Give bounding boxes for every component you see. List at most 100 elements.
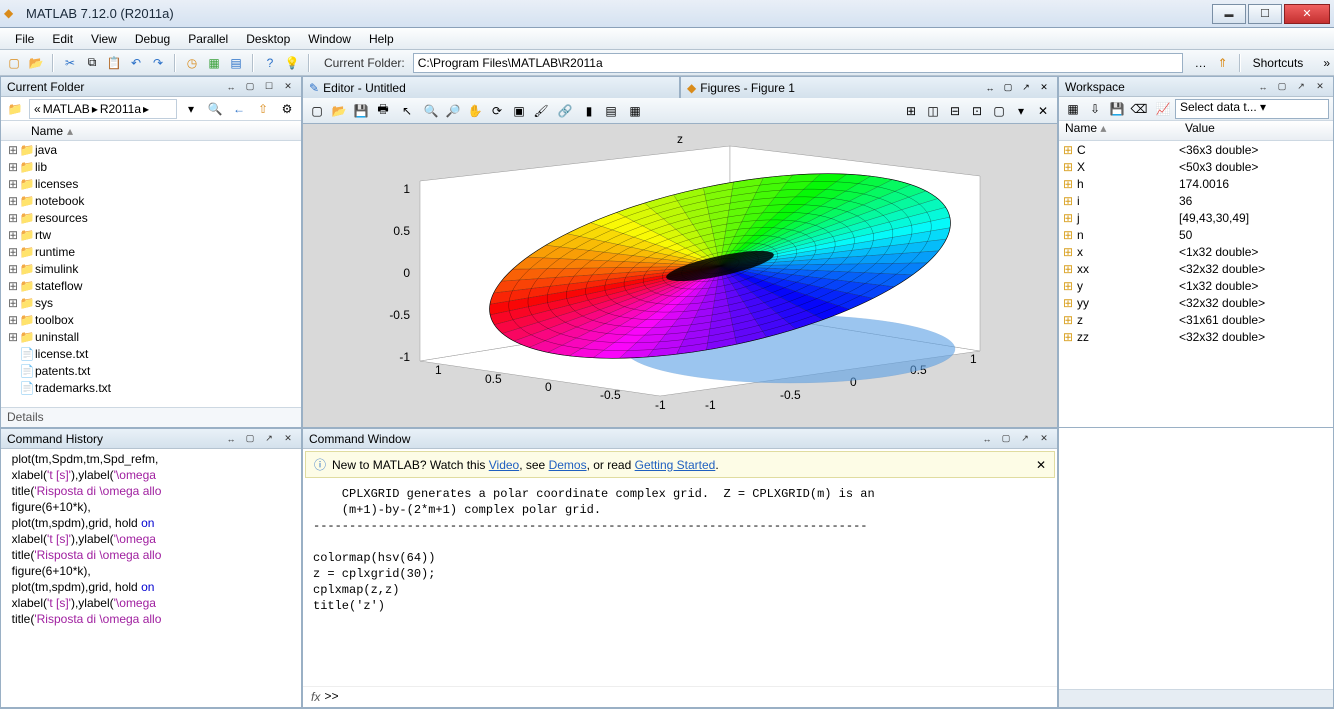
tab-editor[interactable]: ✎ Editor - Untitled [302,76,680,98]
menu-edit[interactable]: Edit [43,30,82,48]
max-panel-icon[interactable]: ↗ [1294,80,1308,94]
datacursor-icon[interactable]: ▣ [509,101,529,121]
list-item[interactable]: 📄patents.txt [1,362,301,379]
table-row[interactable]: ⊞zz<32x32 double> [1059,328,1333,345]
min-panel-icon[interactable]: ▢ [999,432,1013,446]
pan-icon[interactable]: ✋ [465,101,485,121]
breadcrumb[interactable]: « MATLAB ▸ R2011a ▸ [29,99,177,119]
list-item[interactable]: ⊞📁uninstall [1,328,301,345]
help-icon[interactable]: ? [260,53,280,73]
new-fig-icon[interactable]: ▢ [307,101,327,121]
zoom-out-icon[interactable]: 🔎 [443,101,463,121]
list-item[interactable]: ⊞📁lib [1,158,301,175]
copy-icon[interactable]: ⧉ [82,53,102,73]
search-icon[interactable]: 🔍 [205,99,225,119]
dock-icon[interactable]: ↔ [980,432,994,446]
paste-icon[interactable]: 📋 [104,53,124,73]
fx-label[interactable]: fx [311,690,320,704]
plot-selector[interactable]: Select data t... ▾ [1175,99,1329,119]
table-row[interactable]: ⊞z<31x61 double> [1059,311,1333,328]
open-icon[interactable]: 📂 [26,53,46,73]
min-panel-icon[interactable]: ▢ [1001,81,1015,95]
close-panel-icon[interactable]: ✕ [281,432,295,446]
menu-window[interactable]: Window [299,30,360,48]
prompt[interactable]: >> [324,689,338,705]
maximize-button[interactable] [1248,4,1282,24]
table-row[interactable]: ⊞yy<32x32 double> [1059,294,1333,311]
close-panel-icon[interactable]: ✕ [1313,80,1327,94]
redo-icon[interactable]: ↷ [148,53,168,73]
current-folder-input[interactable] [413,53,1183,73]
table-row[interactable]: ⊞C<36x3 double> [1059,141,1333,158]
list-item[interactable]: ⊞📁java [1,141,301,158]
tile-dropdown-icon[interactable]: ▾ [1011,101,1031,121]
tile1-icon[interactable]: ⊞ [901,101,921,121]
menu-view[interactable]: View [82,30,126,48]
hide-plot-tools-icon[interactable]: ▦ [625,101,645,121]
min-panel-icon[interactable]: ▢ [243,432,257,446]
profiler-icon[interactable]: ▤ [226,53,246,73]
clear-ws-icon[interactable]: ⌫ [1129,99,1149,119]
back-icon[interactable]: ← [229,99,249,119]
list-item[interactable]: ⊞📁runtime [1,243,301,260]
close-button[interactable] [1284,4,1330,24]
menu-parallel[interactable]: Parallel [179,30,237,48]
table-row[interactable]: ⊞y<1x32 double> [1059,277,1333,294]
save-fig-icon[interactable]: 💾 [351,101,371,121]
tile5-icon[interactable]: ▢ [989,101,1009,121]
banner-close-icon[interactable]: ✕ [1036,458,1046,472]
menu-debug[interactable]: Debug [126,30,179,48]
max-panel-icon[interactable]: ↗ [1018,432,1032,446]
guide-icon[interactable]: ▦ [204,53,224,73]
brush-icon[interactable]: 🖌 [531,101,551,121]
dock-icon[interactable]: ↔ [1256,80,1270,94]
min-panel-icon[interactable]: ▢ [243,80,257,94]
save-ws-icon[interactable]: 💾 [1107,99,1127,119]
close-panel-icon[interactable]: ✕ [281,80,295,94]
list-item[interactable]: ⊞📁resources [1,209,301,226]
list-item[interactable]: ⊞📁stateflow [1,277,301,294]
list-item[interactable]: ⊞📁toolbox [1,311,301,328]
list-item[interactable]: ⊞📁licenses [1,175,301,192]
list-item[interactable]: ⊞📁simulink [1,260,301,277]
table-row[interactable]: ⊞X<50x3 double> [1059,158,1333,175]
fig-close-icon[interactable]: ✕ [1033,101,1053,121]
dock-icon[interactable]: ↔ [983,81,997,95]
gear-icon[interactable]: ⚙ [277,99,297,119]
undo-icon[interactable]: ↶ [126,53,146,73]
video-link[interactable]: Video [489,458,519,472]
max-panel-icon[interactable]: ↗ [1019,81,1033,95]
tab-figures[interactable]: ◆ Figures - Figure 1 ↔ ▢ ↗ ✕ [680,76,1058,98]
col-name[interactable]: Name [31,124,63,138]
parent-folder-icon[interactable]: ⇧ [253,99,273,119]
tile3-icon[interactable]: ⊟ [945,101,965,121]
command-output[interactable]: CPLXGRID generates a polar coordinate co… [303,480,1057,686]
list-item[interactable]: ⊞📁notebook [1,192,301,209]
new-icon[interactable]: ▢ [4,53,24,73]
insert-legend-icon[interactable]: ▤ [601,101,621,121]
menu-file[interactable]: File [6,30,43,48]
dock-icon[interactable]: ↔ [224,80,238,94]
folder-icon[interactable]: 📁 [5,99,25,119]
up-folder-icon[interactable]: ⇑ [1213,53,1233,73]
table-row[interactable]: ⊞i36 [1059,192,1333,209]
details-bar[interactable]: Details [1,407,301,427]
overflow-icon[interactable]: » [1323,56,1330,70]
dock-icon[interactable]: ↔ [224,432,238,446]
max-panel-icon[interactable]: ☐ [262,80,276,94]
rotate-icon[interactable]: ⟳ [487,101,507,121]
demo-icon[interactable]: 💡 [282,53,302,73]
scrollbar[interactable] [1059,689,1333,707]
tile4-icon[interactable]: ⊡ [967,101,987,121]
minimize-button[interactable] [1212,4,1246,24]
tile2-icon[interactable]: ◫ [923,101,943,121]
min-panel-icon[interactable]: ▢ [1275,80,1289,94]
table-row[interactable]: ⊞j[49,43,30,49] [1059,209,1333,226]
close-panel-icon[interactable]: ✕ [1037,81,1051,95]
insert-colorbar-icon[interactable]: ▮ [579,101,599,121]
pointer-icon[interactable]: ↖ [397,101,417,121]
demos-link[interactable]: Demos [549,458,587,472]
link-icon[interactable]: 🔗 [555,101,575,121]
menu-desktop[interactable]: Desktop [237,30,299,48]
history-dropdown-icon[interactable]: ▾ [181,99,201,119]
